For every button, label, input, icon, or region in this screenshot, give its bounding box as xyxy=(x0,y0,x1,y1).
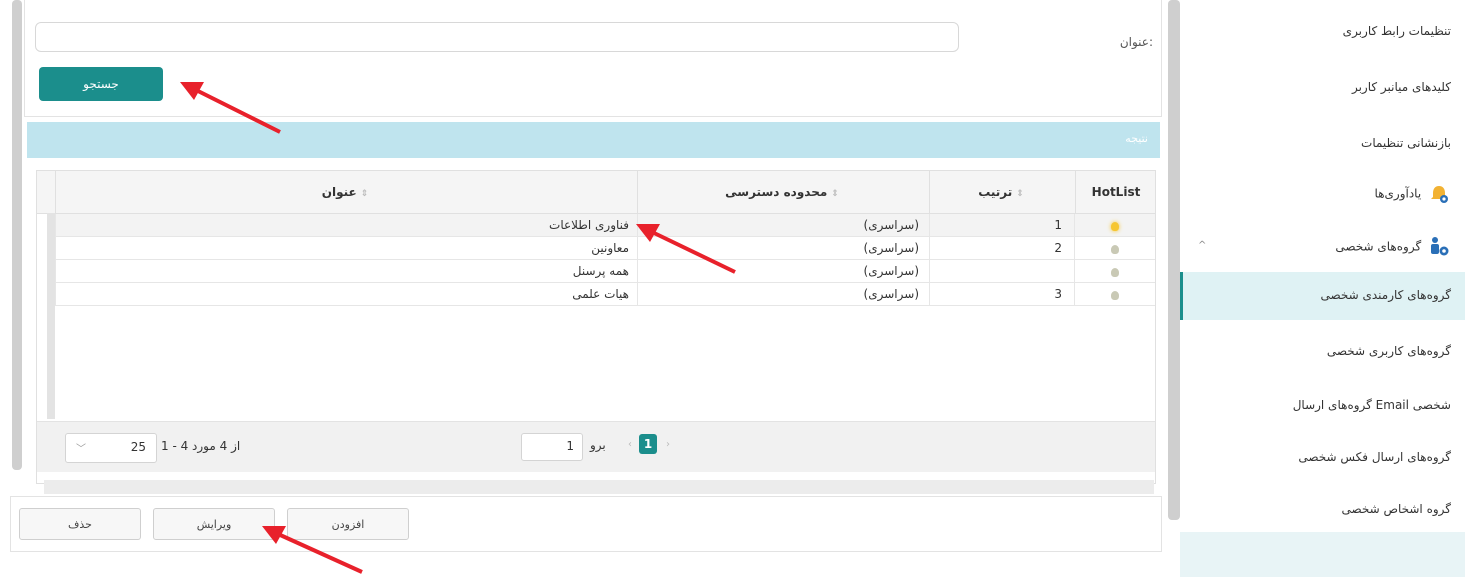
cell-title: معاونین xyxy=(55,237,637,259)
cell-order xyxy=(929,260,1075,282)
next-page-button[interactable]: › xyxy=(661,434,675,456)
cell-order: 2 xyxy=(929,237,1075,259)
prev-page-button[interactable]: ‹ xyxy=(623,434,637,456)
page-number-button[interactable]: 1 xyxy=(639,434,657,454)
table-row[interactable]: هیات علمی (سراسری) 3 xyxy=(55,283,1155,306)
chevron-down-icon: ﹀ xyxy=(76,444,86,455)
goto-page-value: 1 xyxy=(566,439,574,453)
column-header-hotlist[interactable]: HotList xyxy=(1075,171,1156,213)
cell-order: 3 xyxy=(929,283,1075,305)
sort-icon: ⇕ xyxy=(1016,189,1024,199)
chevron-up-icon[interactable]: ^ xyxy=(1198,240,1206,251)
cell-title: همه پرسنل xyxy=(55,260,637,282)
sort-icon: ⇕ xyxy=(831,189,839,199)
sidebar-item-label: گروه‌های شخصی xyxy=(1335,239,1422,254)
result-header: نتیجه xyxy=(27,122,1160,158)
page-size-value: 25 xyxy=(130,440,146,454)
lightbulb-off-icon[interactable] xyxy=(1111,245,1119,254)
table-row[interactable]: فناوری اطلاعات (سراسری) 1 xyxy=(55,214,1155,237)
lightbulb-off-icon[interactable] xyxy=(1111,291,1119,300)
title-label: عنوان: xyxy=(1119,35,1153,49)
page-size-select[interactable]: ﹀ 25 xyxy=(65,433,157,463)
main-panel: عنوان: جستجو نتیجه عنوان ⇕ محدوده دسترسی ⇕… xyxy=(0,0,1180,577)
grid-horizontal-scrollbar[interactable] xyxy=(44,480,1154,494)
right-scrollbar[interactable] xyxy=(1168,0,1180,520)
left-scrollbar[interactable] xyxy=(12,0,22,470)
cell-scope: (سراسری) xyxy=(637,237,929,259)
pager: ﹀ 25 1 - 4 از 4 مورد 1 برو ‹ 1 › xyxy=(37,421,1155,472)
result-header-label: نتیجه xyxy=(1125,132,1148,145)
lightbulb-on-icon[interactable] xyxy=(1111,222,1119,231)
sidebar-item-reset-settings[interactable]: بازنشانی تنظیمات xyxy=(1181,136,1451,150)
sidebar-item-reminders[interactable]: یادآوری‌ها xyxy=(1181,184,1451,204)
sort-icon: ⇕ xyxy=(360,189,369,199)
sidebar-item-personal-user-groups[interactable]: گروه‌های کاربری شخصی xyxy=(1181,344,1451,358)
sidebar-item-label: بازنشانی تنظیمات xyxy=(1361,136,1451,150)
column-title-label: عنوان xyxy=(321,185,357,199)
sidebar-item-shortcut-keys[interactable]: کلیدهای میانبر کاربر xyxy=(1181,80,1451,94)
sidebar-item-label: گروه‌های کاربری شخصی xyxy=(1326,344,1451,358)
sidebar-item-label: گروه‌های کارمندی شخصی xyxy=(1320,288,1451,302)
column-scope-label: محدوده دسترسی xyxy=(725,185,828,199)
goto-label: برو xyxy=(590,438,606,452)
cell-title: فناوری اطلاعات xyxy=(55,214,637,236)
column-header-title[interactable]: عنوان ⇕ xyxy=(55,171,638,213)
cell-scope: (سراسری) xyxy=(637,283,929,305)
bell-gear-icon xyxy=(1431,186,1448,203)
sidebar-item-personal-people-groups[interactable]: گروه اشخاص شخصی xyxy=(1181,502,1451,516)
delete-button[interactable]: حذف xyxy=(19,508,141,540)
sidebar-item-label: گروه‌های ارسال Email شخصی xyxy=(1292,398,1451,412)
edit-button[interactable]: ویرایش xyxy=(153,508,275,540)
sidebar-item-label: گروه‌های ارسال فکس شخصی xyxy=(1298,450,1451,464)
result-grid: عنوان ⇕ محدوده دسترسی ⇕ ترتیب ⇕ HotList فنا… xyxy=(36,170,1156,484)
sidebar-item-personal-groups[interactable]: گروه‌های شخصی xyxy=(1181,236,1451,258)
table-row[interactable]: همه پرسنل (سراسری) xyxy=(55,260,1155,283)
lightbulb-off-icon[interactable] xyxy=(1111,268,1119,277)
sidebar: تنظیمات رابط کاربری کلیدهای میانبر کاربر… xyxy=(1180,0,1465,577)
column-order-label: ترتیب xyxy=(978,185,1013,199)
sidebar-item-ui-settings[interactable]: تنظیمات رابط کاربری xyxy=(1181,24,1451,38)
sidebar-item-label: کلیدهای میانبر کاربر xyxy=(1351,80,1451,94)
sidebar-item-personal-fax-groups[interactable]: گروه‌های ارسال فکس شخصی xyxy=(1181,450,1451,464)
action-bar: حذف ویرایش افزودن xyxy=(10,496,1162,552)
items-summary: 1 - 4 از 4 مورد xyxy=(161,439,241,453)
add-button[interactable]: افزودن xyxy=(287,508,409,540)
goto-page-input[interactable]: 1 xyxy=(521,433,583,461)
sidebar-item-label: تنظیمات رابط کاربری xyxy=(1342,24,1451,38)
cell-order: 1 xyxy=(929,214,1075,236)
column-header-order[interactable]: ترتیب ⇕ xyxy=(929,171,1076,213)
search-panel: عنوان: جستجو xyxy=(24,0,1162,117)
sidebar-next-item[interactable] xyxy=(1180,532,1465,577)
table-row[interactable]: معاونین (سراسری) 2 xyxy=(55,237,1155,260)
sidebar-item-label: گروه اشخاص شخصی xyxy=(1341,502,1451,516)
grid-header: عنوان ⇕ محدوده دسترسی ⇕ ترتیب ⇕ HotList xyxy=(37,171,1155,214)
grid-scrollbar[interactable] xyxy=(47,213,55,419)
cell-title: هیات علمی xyxy=(55,283,637,305)
sidebar-item-label: یادآوری‌ها xyxy=(1374,186,1422,201)
cell-scope: (سراسری) xyxy=(637,260,929,282)
column-header-scope[interactable]: محدوده دسترسی ⇕ xyxy=(637,171,930,213)
search-button[interactable]: جستجو xyxy=(39,67,163,101)
cell-scope: (سراسری) xyxy=(637,214,929,236)
column-hotlist-label: HotList xyxy=(1091,185,1141,199)
title-input[interactable] xyxy=(35,22,959,52)
group-gear-icon xyxy=(1431,237,1449,256)
sidebar-item-personal-email-groups[interactable]: گروه‌های ارسال Email شخصی xyxy=(1181,398,1451,412)
sidebar-item-personal-employee-groups[interactable]: گروه‌های کارمندی شخصی xyxy=(1180,272,1465,320)
